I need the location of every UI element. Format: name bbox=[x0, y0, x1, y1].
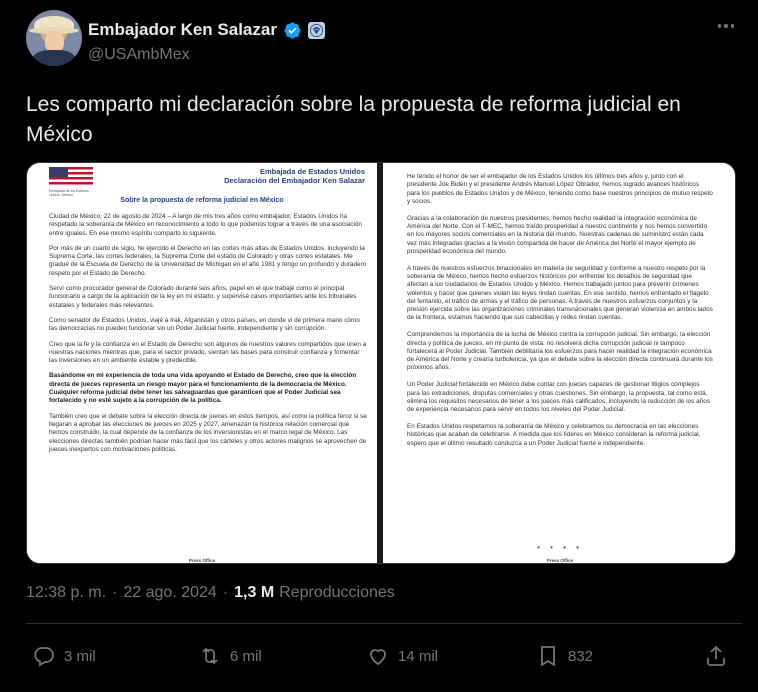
repost-count: 6 mil bbox=[230, 647, 262, 665]
tweet-meta: 12:38 p. m. · 22 ago. 2024 · 1,3 M Repro… bbox=[26, 584, 395, 602]
author-handle[interactable]: @USAmbMex bbox=[88, 46, 190, 64]
like-button[interactable]: 14 mil bbox=[366, 644, 438, 668]
meta-separator: · bbox=[222, 584, 229, 601]
document-paragraph-bold: Basándome en mi experiencia de toda una … bbox=[49, 372, 357, 405]
document-heading: Sobre la propuesta de reforma judicial e… bbox=[120, 197, 284, 204]
document-end-dots: • • • • bbox=[537, 543, 583, 552]
document-paragraph: Como senador de Estados Unidos, viajé a … bbox=[49, 316, 360, 333]
document-paragraph: A través de nuestros esfuerzos binaciona… bbox=[407, 264, 713, 322]
tweet-date[interactable]: 22 ago. 2024 bbox=[123, 584, 216, 602]
coat-shape bbox=[32, 50, 76, 66]
document-paragraph: Ciudad de México, 22 de agosto de 2024 –… bbox=[49, 213, 362, 237]
repost-icon bbox=[202, 647, 218, 665]
share-icon bbox=[707, 645, 725, 666]
dot bbox=[724, 24, 728, 28]
document-paragraph: También creo que el debate sobre la elec… bbox=[49, 412, 367, 453]
views-label: Reproducciones bbox=[279, 584, 395, 601]
press-office-label: Press Office bbox=[188, 558, 216, 563]
meta-separator: · bbox=[112, 584, 118, 601]
right-paragraphs: He tenido el honor de ser el embajador d… bbox=[407, 173, 713, 456]
press-office-label: Press Office bbox=[546, 558, 574, 563]
embassy-title-line2: Declaración del Embajador Ken Salazar bbox=[224, 176, 365, 185]
reply-count: 3 mil bbox=[64, 647, 96, 665]
flag-canton bbox=[49, 167, 68, 177]
embassy-title: Embajada de Estados Unidos Declaración d… bbox=[224, 167, 365, 185]
flag-caption: Embajada de los Estados Unidos, México bbox=[49, 189, 89, 197]
document-paragraph: Comprendemos la importancia de la lucha … bbox=[407, 331, 713, 372]
more-options-icon[interactable] bbox=[714, 18, 738, 34]
tweet-time[interactable]: 12:38 p. m. bbox=[26, 584, 106, 602]
document-paragraph: En Estados Unidos respetamos la soberaní… bbox=[407, 422, 701, 447]
share-button[interactable] bbox=[704, 644, 728, 668]
document-paragraph: Un Poder Judicial fortalecido en México … bbox=[407, 381, 711, 414]
dot bbox=[717, 24, 722, 28]
reply-button[interactable]: 3 mil bbox=[32, 644, 96, 668]
government-seal-icon[interactable] bbox=[307, 21, 325, 39]
bookmark-count: 832 bbox=[568, 647, 594, 665]
left-paragraphs: Ciudad de México, 22 de agosto de 2024 –… bbox=[49, 213, 369, 461]
divider-line bbox=[26, 623, 742, 624]
bookmark-button[interactable]: 832 bbox=[536, 644, 593, 668]
document-paragraph: Por más de un cuarto de siglo, he ejerci… bbox=[49, 244, 367, 277]
tweet-text: Les comparto mi declaración sobre la pro… bbox=[26, 93, 681, 146]
like-count: 14 mil bbox=[398, 647, 439, 665]
dot bbox=[730, 24, 735, 28]
bookmark-icon bbox=[541, 646, 555, 667]
repost-button[interactable]: 6 mil bbox=[198, 644, 262, 668]
document-paragraph: Gracias a la colaboración de nuestros pr… bbox=[407, 214, 708, 255]
embassy-title-line1: Embajada de Estados Unidos bbox=[259, 167, 365, 176]
us-flag-icon bbox=[49, 167, 93, 187]
heart-icon bbox=[370, 649, 386, 666]
reply-icon bbox=[34, 647, 54, 667]
tweet-actions: 3 mil 6 mil 14 mil 832 bbox=[26, 640, 742, 676]
author-display-name[interactable]: Embajador Ken Salazar bbox=[88, 20, 277, 40]
views-count: 1,3 M bbox=[234, 584, 275, 601]
author-avatar[interactable] bbox=[26, 10, 82, 66]
verified-badge-icon[interactable] bbox=[283, 21, 302, 40]
document-paragraph: He tenido el honor de ser el embajador d… bbox=[407, 173, 713, 205]
tweet-media-image[interactable]: Embajada de los Estados Unidos, México E… bbox=[26, 162, 736, 564]
author-name-row: Embajador Ken Salazar bbox=[88, 20, 325, 40]
tweet-header: Embajador Ken Salazar @USAmbMex bbox=[26, 10, 742, 70]
document-paragraph: Serví como procurador general de Colorad… bbox=[49, 285, 357, 309]
document-paragraph: Creo que la fe y la confianza en el Esta… bbox=[49, 340, 367, 365]
